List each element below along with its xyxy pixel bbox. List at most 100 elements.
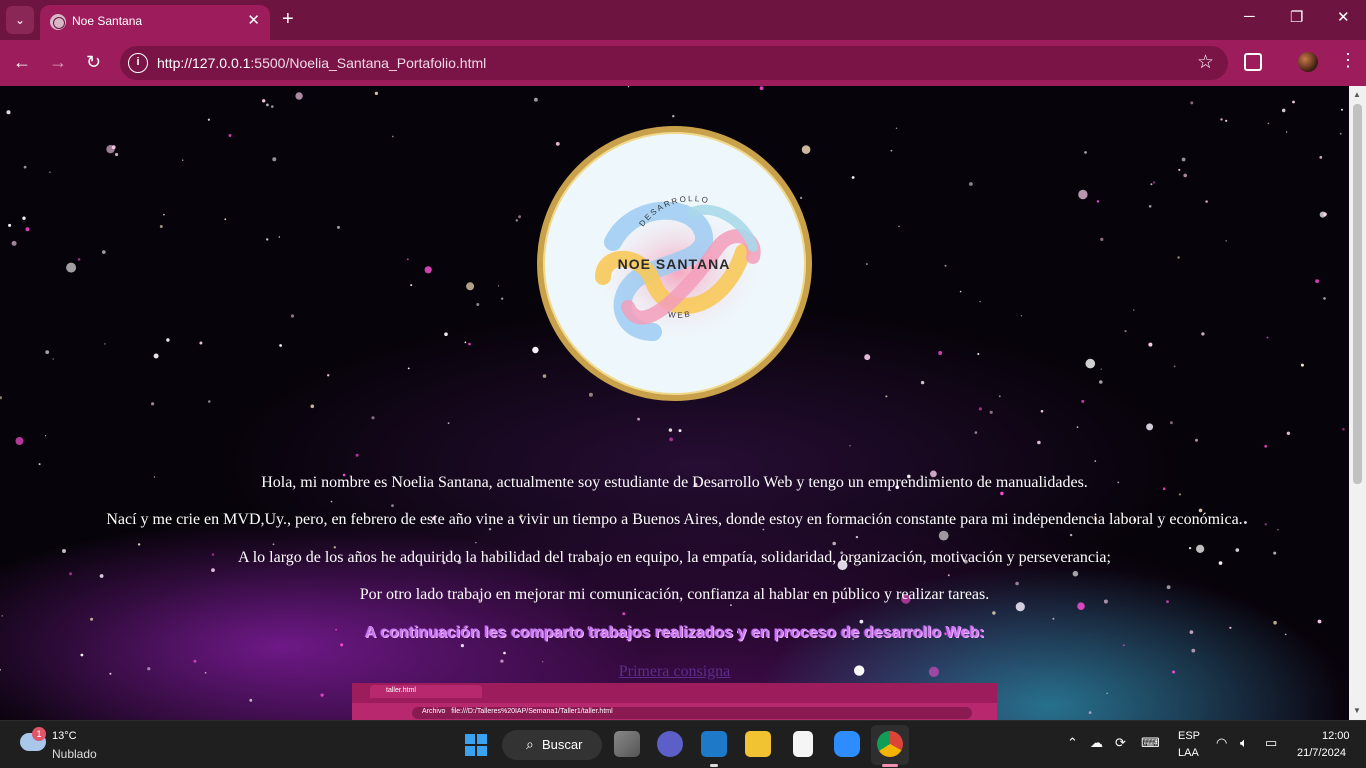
volume-icon[interactable]: 🔈︎	[1240, 735, 1248, 751]
address-bar[interactable]: i http://127.0.0.1:5500/Noelia_Santana_P…	[120, 46, 1228, 80]
wifi-icon[interactable]: ◠	[1216, 735, 1227, 751]
teams-meet-icon[interactable]	[657, 731, 683, 757]
works-heading: A continuación les comparto trabajos rea…	[364, 624, 985, 641]
star	[947, 574, 950, 577]
intro-paragraph-3: A lo largo de los años he adquirido la h…	[238, 549, 1111, 566]
star	[637, 417, 640, 421]
taskbar-search[interactable]: ⌕ Buscar	[502, 730, 602, 760]
chrome-icon[interactable]	[877, 731, 903, 757]
star	[8, 223, 12, 227]
task-view-icon[interactable]	[614, 731, 640, 757]
minimize-button[interactable]: ─	[1244, 8, 1255, 25]
star	[15, 437, 24, 445]
zoom-icon[interactable]	[834, 731, 860, 757]
star	[44, 435, 47, 437]
new-tab-button[interactable]: +	[282, 8, 294, 30]
star	[278, 236, 280, 238]
preview-address: file:///D:/Talleres%20IAP/Semana1/Taller…	[451, 708, 613, 715]
url-text[interactable]: http://127.0.0.1:5500/Noelia_Santana_Por…	[157, 55, 486, 71]
star	[266, 238, 269, 241]
extensions-icon[interactable]	[1244, 53, 1262, 71]
scroll-down-icon[interactable]: ▼	[1353, 706, 1361, 715]
star	[211, 568, 215, 572]
star	[534, 97, 538, 102]
star	[90, 617, 94, 621]
logo-artwork: DESARROLLO NOE SANTANA WEB	[593, 194, 763, 342]
star	[1277, 528, 1279, 531]
tab-strip: ⌄ Noe Santana ✕ + ─ ❐ ✕	[0, 0, 1366, 40]
clock-date[interactable]: 21/7/2024	[1297, 747, 1346, 759]
star	[1052, 617, 1055, 620]
reload-icon[interactable]: ↻	[86, 51, 101, 73]
star	[102, 250, 106, 254]
star	[475, 542, 477, 544]
star	[1285, 131, 1288, 133]
page-scrollbar[interactable]: ▲ ▼	[1349, 86, 1366, 720]
star	[320, 693, 324, 697]
preview-tab-title: taller.html	[386, 687, 416, 694]
star	[1183, 173, 1187, 178]
star	[938, 530, 949, 541]
star	[159, 225, 163, 228]
preview-address-bar: Archivo file:///D:/Talleres%20IAP/Semana…	[412, 707, 972, 719]
star	[992, 611, 996, 615]
weather-condition[interactable]: Nublado	[52, 747, 97, 761]
url-path: :5500/Noelia_Santana_Portafolio.html	[250, 55, 487, 71]
tab-search-button[interactable]: ⌄	[6, 6, 34, 34]
star	[497, 285, 500, 287]
star	[1195, 438, 1198, 442]
site-info-icon[interactable]: i	[128, 53, 148, 73]
star	[460, 644, 464, 648]
star	[66, 262, 77, 273]
star	[1319, 156, 1323, 159]
close-window-button[interactable]: ✕	[1337, 8, 1350, 26]
star	[1100, 237, 1104, 241]
scroll-up-icon[interactable]: ▲	[1353, 90, 1361, 99]
star	[1173, 365, 1176, 368]
windows-start-icon[interactable]	[465, 734, 487, 756]
file-explorer-icon[interactable]	[745, 731, 771, 757]
chevron-up-icon[interactable]: ⌃	[1067, 735, 1078, 751]
star	[501, 297, 504, 300]
star	[1225, 240, 1227, 242]
bookmark-star-icon[interactable]: ☆	[1197, 51, 1214, 74]
sync-icon[interactable]: ⟳	[1115, 735, 1126, 751]
project-preview-image[interactable]: taller.html Archivo file:///D:/Talleres%…	[352, 683, 997, 720]
onedrive-icon[interactable]: ☁	[1090, 735, 1103, 751]
profile-avatar[interactable]	[1298, 52, 1318, 72]
star	[410, 284, 413, 287]
clock-time[interactable]: 12:00	[1322, 730, 1350, 742]
forward-arrow-icon[interactable]: →	[49, 51, 67, 73]
star	[104, 343, 106, 345]
star	[1178, 168, 1181, 171]
star	[989, 410, 993, 414]
tab-close-icon[interactable]: ✕	[247, 12, 260, 30]
vscode-icon[interactable]	[701, 731, 727, 757]
back-arrow-icon[interactable]: ←	[13, 51, 31, 73]
tab-active[interactable]: Noe Santana ✕	[40, 5, 270, 40]
intro-paragraph-4: Por otro lado trabajo en mejorar mi comu…	[359, 586, 990, 603]
menu-kebab-icon[interactable]: ⋮	[1339, 50, 1357, 71]
star	[669, 437, 673, 442]
star	[678, 429, 682, 433]
star	[1085, 358, 1096, 369]
weather-temperature[interactable]: 13°C	[52, 730, 77, 742]
star	[1133, 309, 1135, 311]
star	[1152, 181, 1156, 184]
star	[80, 653, 84, 657]
scrollbar-thumb[interactable]	[1353, 104, 1362, 484]
keyboard-layout[interactable]: LAA	[1178, 747, 1199, 759]
star	[228, 134, 232, 137]
star	[330, 500, 333, 503]
battery-icon[interactable]: ▭	[1265, 735, 1277, 751]
browser-toolbar: ← → ↻ i http://127.0.0.1:5500/Noelia_San…	[0, 40, 1366, 86]
notepad-icon[interactable]	[793, 731, 813, 757]
windows-taskbar: 1 13°C Nublado ⌕ Buscar ⌃ ☁ ⟳ ⌨ ESP LAA …	[0, 720, 1366, 768]
star	[866, 263, 868, 265]
primera-consigna-link[interactable]: Primera consigna	[0, 663, 1349, 681]
maximize-button[interactable]: ❐	[1290, 8, 1303, 26]
star	[515, 219, 518, 222]
star	[832, 541, 836, 546]
keyboard-icon[interactable]: ⌨	[1141, 735, 1160, 751]
input-language[interactable]: ESP	[1178, 730, 1200, 742]
